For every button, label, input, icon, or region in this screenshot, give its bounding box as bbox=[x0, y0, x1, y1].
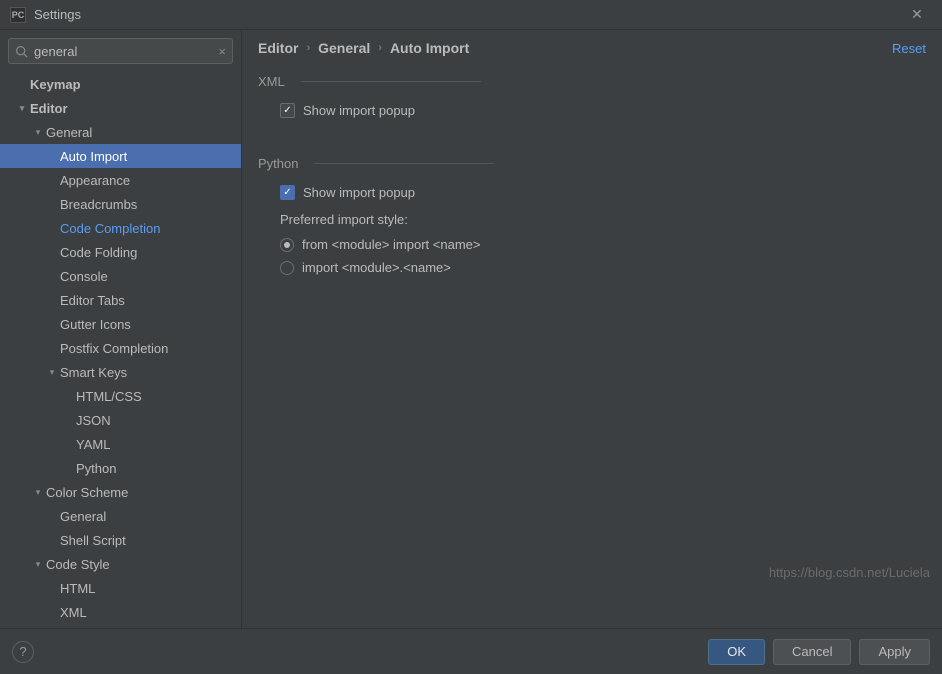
search-icon bbox=[15, 45, 28, 58]
tree-item-label: HTML/CSS bbox=[76, 389, 142, 404]
tree-item[interactable]: HTML/CSS bbox=[0, 384, 241, 408]
tree-item-label: Keymap bbox=[30, 77, 81, 92]
crumb-editor[interactable]: Editor bbox=[258, 40, 298, 56]
spacer bbox=[258, 122, 926, 148]
chevron-right-icon: › bbox=[378, 42, 382, 54]
tree-item-label: Breadcrumbs bbox=[60, 197, 137, 212]
tree-item[interactable]: Code Folding bbox=[0, 240, 241, 264]
import-style-opt1-radio[interactable] bbox=[280, 238, 294, 252]
body: × Keymap▾Editor▾GeneralAuto ImportAppear… bbox=[0, 30, 942, 628]
section-python-title: Python bbox=[258, 156, 926, 171]
import-style-opt2-radio[interactable] bbox=[280, 261, 294, 275]
ok-button[interactable]: OK bbox=[708, 639, 765, 665]
tree-item-label: JSON bbox=[76, 413, 111, 428]
tree-item[interactable]: HTML bbox=[0, 576, 241, 600]
import-style-opt2-label: import <module>.<name> bbox=[302, 260, 451, 275]
tree-item-label: Shell Script bbox=[60, 533, 126, 548]
chevron-down-icon: ▾ bbox=[46, 367, 58, 378]
tree-item[interactable]: XML bbox=[0, 600, 241, 624]
tree-item-label: General bbox=[46, 125, 92, 140]
tree-item-label: Postfix Completion bbox=[60, 341, 168, 356]
xml-show-popup-row[interactable]: ✓ Show import popup bbox=[258, 99, 926, 122]
search-box[interactable]: × bbox=[8, 38, 233, 64]
python-show-popup-checkbox[interactable]: ✓ bbox=[280, 185, 295, 200]
chevron-right-icon: › bbox=[306, 42, 310, 54]
apply-button[interactable]: Apply bbox=[859, 639, 930, 665]
tree-item[interactable]: Keymap bbox=[0, 72, 241, 96]
xml-label: XML bbox=[258, 74, 285, 89]
tree-item[interactable]: Gutter Icons bbox=[0, 312, 241, 336]
tree-item[interactable]: Editor Tabs bbox=[0, 288, 241, 312]
divider bbox=[301, 81, 481, 82]
xml-show-popup-label: Show import popup bbox=[303, 103, 415, 118]
crumb-auto-import: Auto Import bbox=[390, 40, 469, 56]
content: Editor › General › Auto Import Reset XML… bbox=[242, 30, 942, 628]
tree-item-label: YAML bbox=[76, 437, 110, 452]
tree-item-label: General bbox=[60, 509, 106, 524]
python-show-popup-label: Show import popup bbox=[303, 185, 415, 200]
tree-item-label: Console bbox=[60, 269, 108, 284]
watermark: https://blog.csdn.net/Luciela bbox=[769, 565, 930, 580]
breadcrumb: Editor › General › Auto Import Reset bbox=[242, 30, 942, 66]
cancel-button[interactable]: Cancel bbox=[773, 639, 851, 665]
tree-item-label: Editor Tabs bbox=[60, 293, 125, 308]
tree-item-label: Code Completion bbox=[60, 221, 160, 236]
tree-item[interactable]: Code Completion bbox=[0, 216, 241, 240]
tree-item[interactable]: Breadcrumbs bbox=[0, 192, 241, 216]
xml-show-popup-checkbox[interactable]: ✓ bbox=[280, 103, 295, 118]
tree-item[interactable]: Python bbox=[0, 456, 241, 480]
import-style-opt1-label: from <module> import <name> bbox=[302, 237, 480, 252]
tree-item-label: Code Folding bbox=[60, 245, 137, 260]
tree-item-label: HTML bbox=[60, 581, 95, 596]
tree-item[interactable]: ▾Smart Keys bbox=[0, 360, 241, 384]
help-button[interactable]: ? bbox=[12, 641, 34, 663]
tree-item-label: XML bbox=[60, 605, 87, 620]
section-xml-title: XML bbox=[258, 74, 926, 89]
tree-item[interactable]: ▾Editor bbox=[0, 96, 241, 120]
tree-item[interactable]: YAML bbox=[0, 432, 241, 456]
import-style-opt1-row[interactable]: from <module> import <name> bbox=[258, 233, 926, 256]
close-icon[interactable]: ✕ bbox=[902, 6, 932, 23]
chevron-down-icon: ▾ bbox=[32, 127, 44, 138]
chevron-down-icon: ▾ bbox=[32, 487, 44, 498]
tree-item-label: Appearance bbox=[60, 173, 130, 188]
clear-search-icon[interactable]: × bbox=[218, 44, 226, 59]
tree-item[interactable]: General bbox=[0, 504, 241, 528]
titlebar: PC Settings ✕ bbox=[0, 0, 942, 30]
tree-item-label: Python bbox=[76, 461, 116, 476]
divider bbox=[314, 163, 494, 164]
tree-item[interactable]: JSON bbox=[0, 408, 241, 432]
tree-item[interactable]: ▾Color Scheme bbox=[0, 480, 241, 504]
tree-item-label: Code Style bbox=[46, 557, 110, 572]
tree-item[interactable]: Auto Import bbox=[0, 144, 241, 168]
sections: XML ✓ Show import popup Python ✓ Show im… bbox=[242, 66, 942, 279]
app-icon: PC bbox=[10, 7, 26, 23]
import-style-opt2-row[interactable]: import <module>.<name> bbox=[258, 256, 926, 279]
python-label: Python bbox=[258, 156, 298, 171]
settings-tree: Keymap▾Editor▾GeneralAuto ImportAppearan… bbox=[0, 72, 241, 624]
tree-item-label: Auto Import bbox=[60, 149, 127, 164]
tree-scroll[interactable]: Keymap▾Editor▾GeneralAuto ImportAppearan… bbox=[0, 72, 241, 628]
preferred-import-style-label: Preferred import style: bbox=[258, 212, 926, 227]
search-wrap: × bbox=[0, 30, 241, 72]
sidebar: × Keymap▾Editor▾GeneralAuto ImportAppear… bbox=[0, 30, 242, 628]
search-input[interactable] bbox=[28, 44, 218, 59]
footer: ? OK Cancel Apply bbox=[0, 628, 942, 674]
chevron-down-icon: ▾ bbox=[16, 103, 28, 114]
tree-item-label: Gutter Icons bbox=[60, 317, 131, 332]
tree-item[interactable]: Postfix Completion bbox=[0, 336, 241, 360]
crumb-general[interactable]: General bbox=[318, 40, 370, 56]
tree-item-label: Color Scheme bbox=[46, 485, 128, 500]
tree-item[interactable]: Shell Script bbox=[0, 528, 241, 552]
tree-item-label: Smart Keys bbox=[60, 365, 127, 380]
window-title: Settings bbox=[34, 7, 902, 22]
tree-item[interactable]: Console bbox=[0, 264, 241, 288]
tree-item[interactable]: ▾General bbox=[0, 120, 241, 144]
python-show-popup-row[interactable]: ✓ Show import popup bbox=[258, 181, 926, 204]
reset-link[interactable]: Reset bbox=[892, 41, 926, 56]
tree-item-label: Editor bbox=[30, 101, 68, 116]
chevron-down-icon: ▾ bbox=[32, 559, 44, 570]
tree-item[interactable]: ▾Code Style bbox=[0, 552, 241, 576]
tree-item[interactable]: Appearance bbox=[0, 168, 241, 192]
